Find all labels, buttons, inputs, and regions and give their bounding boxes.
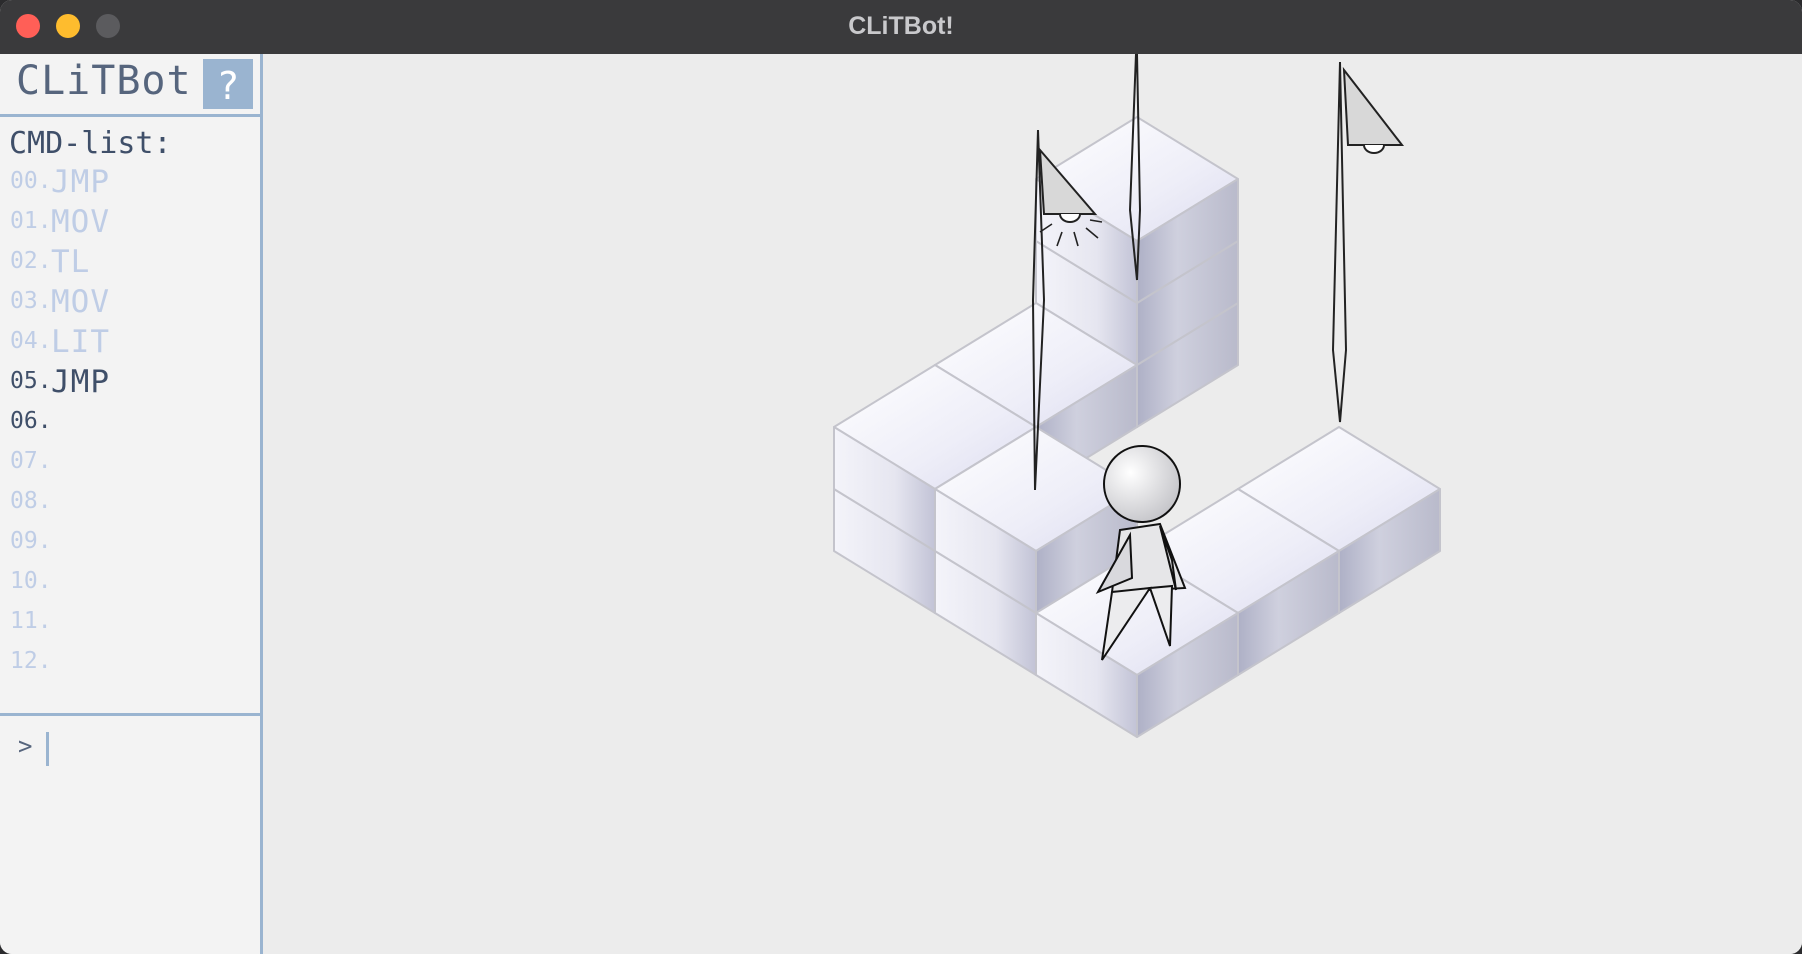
command-row[interactable]: 08. xyxy=(10,484,250,524)
command-list-header: CMD-list: xyxy=(9,126,172,161)
command-row[interactable]: 01. MOV xyxy=(10,204,250,244)
command-index: 01. xyxy=(10,208,52,234)
command-row[interactable]: 10. xyxy=(10,564,250,604)
command-index: 06. xyxy=(10,408,52,434)
command-name: LIT xyxy=(51,324,110,360)
text-cursor xyxy=(46,732,49,766)
app-window: CLiTBot! CLiTBot! ? CMD-list: 00. JMP 01.… xyxy=(0,0,1802,954)
command-name: JMP xyxy=(51,164,110,200)
command-index: 11. xyxy=(10,608,52,634)
prompt-symbol: > xyxy=(18,732,33,760)
command-name: MOV xyxy=(51,204,110,240)
window-title: CLiTBot! xyxy=(848,12,954,40)
game-stage xyxy=(263,53,1802,954)
command-row[interactable]: 02. TL xyxy=(10,244,250,284)
command-index: 09. xyxy=(10,528,52,554)
help-button[interactable]: ? xyxy=(201,57,255,111)
command-index: 00. xyxy=(10,168,52,194)
isometric-blocks xyxy=(833,116,1441,738)
sidebar: CLiTBot! ? CMD-list: 00. JMP 01. MOV 02. TL… xyxy=(0,54,263,954)
title-bar: CLiTBot! xyxy=(0,0,1802,55)
command-row[interactable]: 09. xyxy=(10,524,250,564)
command-index: 08. xyxy=(10,488,52,514)
command-index: 03. xyxy=(10,288,52,314)
command-index: 12. xyxy=(10,648,52,674)
lamp-post-unlit xyxy=(1331,61,1405,423)
command-index: 04. xyxy=(10,328,52,354)
command-row[interactable]: 12. xyxy=(10,644,250,684)
command-input[interactable] xyxy=(54,728,248,770)
command-row[interactable]: 11. xyxy=(10,604,250,644)
command-list: 00. JMP 01. MOV 02. TL 03. MOV 04. LIT 05. JMP… xyxy=(10,164,250,684)
game-canvas[interactable] xyxy=(263,53,1802,954)
command-index: 07. xyxy=(10,448,52,474)
brand-title: CLiTBot! xyxy=(16,58,217,104)
command-row-current[interactable]: 05. JMP xyxy=(10,364,250,404)
command-row-next[interactable]: 06. xyxy=(10,404,250,444)
command-row[interactable]: 07. xyxy=(10,444,250,484)
command-name: TL xyxy=(51,244,91,280)
command-row[interactable]: 04. LIT xyxy=(10,324,250,364)
command-index: 05. xyxy=(10,368,52,394)
command-console: > xyxy=(0,713,260,954)
command-name: MOV xyxy=(51,284,110,320)
command-row[interactable]: 03. MOV xyxy=(10,284,250,324)
brand-header: CLiTBot! ? xyxy=(0,54,260,117)
command-name: JMP xyxy=(51,364,110,400)
command-row[interactable]: 00. JMP xyxy=(10,164,250,204)
robot-head xyxy=(1103,445,1181,523)
command-index: 02. xyxy=(10,248,52,274)
command-index: 10. xyxy=(10,568,52,594)
